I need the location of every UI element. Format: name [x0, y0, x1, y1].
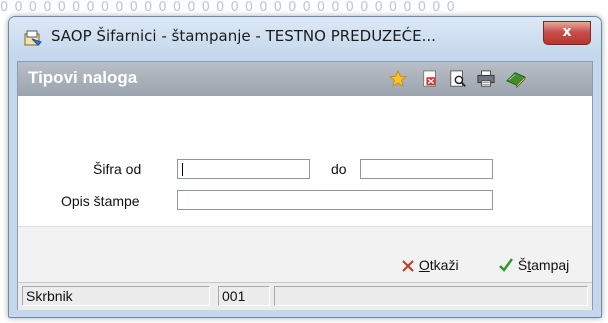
status-extra: [274, 286, 588, 306]
close-button[interactable]: x: [543, 21, 591, 45]
printer-icon[interactable]: [476, 70, 496, 88]
title-bar[interactable]: SAOP Šifarnici - štampanje - TESTNO PRED…: [9, 17, 601, 55]
print-dialog-window: SAOP Šifarnici - štampanje - TESTNO PRED…: [8, 16, 602, 318]
button-bar: Otkaži Štampaj: [18, 226, 592, 282]
text-caret: [182, 163, 183, 176]
cancel-label-mnemonic: O: [418, 257, 430, 273]
opis-stampe-label: Opis štampe: [61, 193, 140, 209]
pdf-export-icon[interactable]: [420, 70, 440, 88]
cancel-x-icon: [402, 260, 414, 272]
sifra-od-input[interactable]: [177, 159, 310, 179]
window-title: SAOP Šifarnici - štampanje - TESTNO PRED…: [51, 27, 436, 45]
checkmark-icon: [499, 258, 514, 272]
print-label-first: Š: [517, 257, 528, 273]
book-icon[interactable]: [504, 70, 528, 88]
sifra-do-input[interactable]: [360, 159, 493, 179]
app-icon: [24, 30, 42, 46]
status-user: Skrbnik: [22, 286, 210, 306]
section-title: Tipovi naloga: [28, 68, 138, 87]
form-panel: Šifra od do Opis štampe: [18, 96, 592, 226]
cancel-button[interactable]: Otkaži: [401, 257, 459, 277]
print-preview-icon[interactable]: [448, 70, 468, 88]
opis-stampe-input[interactable]: [177, 190, 493, 210]
do-label: do: [331, 161, 347, 177]
status-code: 001: [218, 286, 270, 306]
section-header: Tipovi naloga: [18, 62, 592, 96]
close-icon: x: [562, 24, 572, 40]
sifra-od-label: Šifra od: [93, 161, 142, 177]
print-button[interactable]: Štampaj: [498, 257, 569, 277]
client-area: Tipovi naloga Šifra od do Opis štampe Ot…: [17, 61, 593, 310]
status-bar: Skrbnik 001: [18, 282, 592, 310]
star-icon[interactable]: [388, 70, 408, 88]
print-label-rest: ampaj: [531, 257, 570, 273]
cancel-label-rest: tkaži: [429, 257, 459, 273]
